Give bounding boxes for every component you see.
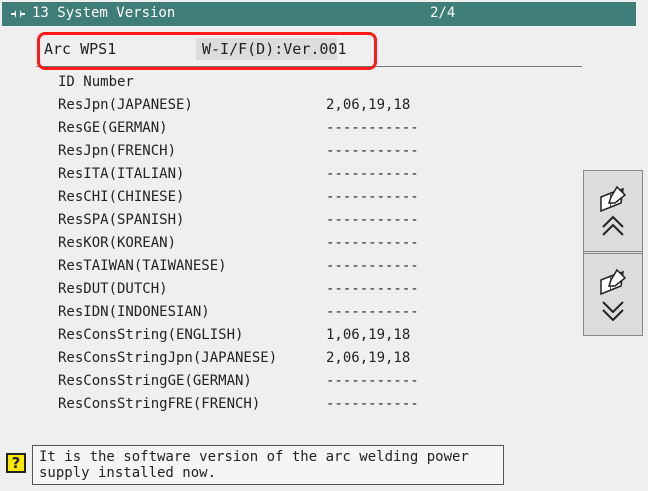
list-item: ResConsString(ENGLISH) 1,06,19,18	[0, 325, 640, 348]
item-name: ResKOR(KOREAN)	[58, 235, 177, 251]
item-value: -----------	[326, 235, 419, 251]
list-item: ResCHI(CHINESE) -----------	[0, 187, 640, 210]
item-value: 1,06,19,18	[326, 327, 411, 343]
page-down-icon	[600, 268, 627, 322]
item-name: ResTAIWAN(TAIWANESE)	[58, 258, 227, 274]
page-down-button[interactable]	[584, 253, 642, 334]
page-up-icon	[600, 185, 627, 236]
window-title: 13 System Version	[32, 5, 176, 21]
item-name: ResConsStringJpn(JAPANESE)	[58, 350, 278, 366]
item-value: -----------	[326, 304, 419, 320]
item-name: ResSPA(SPANISH)	[58, 212, 185, 228]
list-item: ID Number	[0, 72, 640, 95]
item-value: -----------	[326, 143, 419, 159]
list-item: ResITA(ITALIAN) -----------	[0, 164, 640, 187]
item-name: ResJpn(JAPANESE)	[58, 97, 193, 113]
item-value: 2,06,19,18	[326, 97, 411, 113]
page-indicator: 2/4	[430, 5, 456, 21]
list-item: ResSPA(SPANISH) -----------	[0, 210, 640, 233]
item-name: ResConsStringGE(GERMAN)	[58, 373, 252, 389]
list-item: ResGE(GERMAN) -----------	[0, 118, 640, 141]
item-name: ResDUT(DUTCH)	[58, 281, 168, 297]
question-icon[interactable]: ?	[6, 453, 26, 473]
item-value: -----------	[326, 373, 419, 389]
list-item: ResTAIWAN(TAIWANESE) -----------	[0, 256, 640, 279]
item-value: 2,06,19,18	[326, 350, 411, 366]
item-name: ResGE(GERMAN)	[58, 120, 168, 136]
list-item: ResIDN(INDONESIAN) -----------	[0, 302, 640, 325]
item-value: -----------	[326, 212, 419, 228]
list-item: ResConsStringJpn(JAPANESE) 2,06,19,18	[0, 348, 640, 371]
item-name: ResIDN(INDONESIAN)	[58, 304, 210, 320]
plug-icon	[11, 10, 25, 18]
list-item: ResJpn(FRENCH) -----------	[0, 141, 640, 164]
item-value: -----------	[326, 258, 419, 274]
item-value: -----------	[326, 396, 419, 412]
list-item: ResConsStringFRE(FRENCH) -----------	[0, 394, 640, 417]
item-name: ResCHI(CHINESE)	[58, 189, 185, 205]
list-item: ResConsStringGE(GERMAN) -----------	[0, 371, 640, 394]
item-name: ResJpn(FRENCH)	[58, 143, 177, 159]
list-item: ResJpn(JAPANESE) 2,06,19,18	[0, 95, 640, 118]
list-item: ResKOR(KOREAN) -----------	[0, 233, 640, 256]
item-name: ResConsStringFRE(FRENCH)	[58, 396, 261, 412]
item-value: -----------	[326, 281, 419, 297]
help-message: It is the software version of the arc we…	[32, 445, 504, 485]
item-value: -----------	[326, 166, 419, 182]
highlight-box	[37, 32, 377, 70]
item-name: ResITA(ITALIAN)	[58, 166, 185, 182]
item-value: -----------	[326, 189, 419, 205]
page-navigation	[583, 170, 643, 336]
item-name: ID Number	[58, 74, 134, 90]
item-name: ResConsString(ENGLISH)	[58, 327, 244, 343]
title-bar: 13 System Version 2/4	[2, 2, 636, 26]
version-list: ID Number ResJpn(JAPANESE) 2,06,19,18 Res…	[0, 72, 640, 417]
page-up-button[interactable]	[584, 171, 642, 252]
item-value: -----------	[326, 120, 419, 136]
system-version-window: 13 System Version 2/4 Arc WPS1 W-I/F(D):…	[0, 0, 648, 491]
list-item: ResDUT(DUTCH) -----------	[0, 279, 640, 302]
help-bar: ? It is the software version of the arc …	[6, 445, 504, 487]
